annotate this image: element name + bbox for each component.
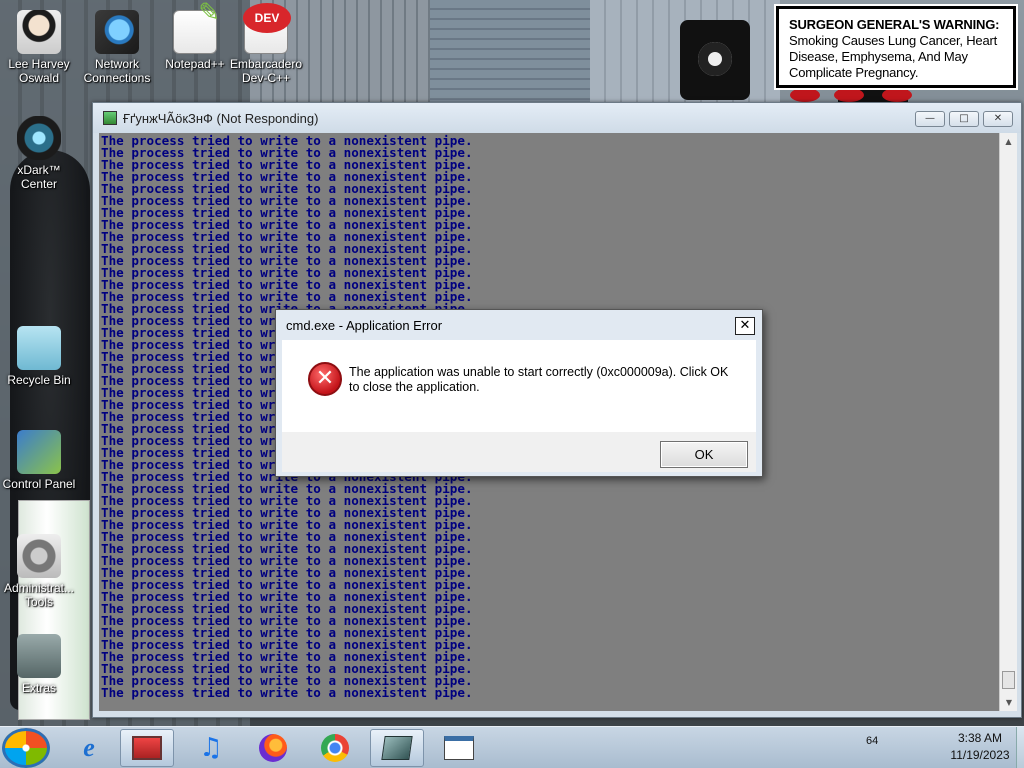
taskbar-itunes[interactable]: ♫ bbox=[184, 729, 238, 767]
control-panel-icon bbox=[17, 430, 61, 474]
person-icon bbox=[17, 10, 61, 54]
desktop-icon-label: Control Panel bbox=[2, 477, 76, 491]
desktop-icon-label: Embarcadero Dev-C++ bbox=[229, 57, 303, 85]
desktop-icon-notepad-plus-plus[interactable]: Notepad++ bbox=[156, 5, 234, 71]
system-clock[interactable]: 3:38 AM 11/19/2023 bbox=[938, 730, 1022, 766]
close-button[interactable]: ✕ bbox=[983, 111, 1013, 127]
network-icon bbox=[95, 10, 139, 54]
desktop-icon-label: Lee Harvey Oswald bbox=[8, 57, 70, 85]
dialog-footer: OK bbox=[282, 432, 756, 472]
background-red-dot-1 bbox=[790, 88, 820, 102]
application-icon bbox=[132, 736, 162, 760]
scroll-thumb[interactable] bbox=[1002, 671, 1015, 689]
show-desktop-button[interactable] bbox=[1016, 727, 1024, 768]
minimize-button[interactable]: — bbox=[915, 111, 945, 127]
background-red-dot-3 bbox=[882, 88, 912, 102]
maximize-button[interactable]: □ bbox=[949, 111, 979, 127]
application-error-dialog[interactable]: cmd.exe - Application Error ✕ ✕ The appl… bbox=[275, 309, 763, 477]
desktop-icon-extras[interactable]: Extras bbox=[0, 634, 78, 695]
taskbar: e ♫ 64 3:38 AM 11/19/2023 bbox=[0, 726, 1024, 768]
console-scrollbar[interactable]: ▲ ▼ bbox=[999, 133, 1017, 711]
dialog-content: ✕ The application was unable to start co… bbox=[282, 340, 756, 432]
desktop-icon-label: Network Connections bbox=[83, 57, 151, 85]
notepad-icon bbox=[173, 5, 220, 54]
window-icon bbox=[444, 736, 474, 760]
clock-time: 3:38 AM bbox=[957, 731, 1003, 745]
background-red-dot-2 bbox=[834, 88, 864, 102]
internet-explorer-icon: e bbox=[83, 733, 95, 762]
dialog-title: cmd.exe - Application Error bbox=[286, 317, 443, 333]
desktop-icon-label: Administrat... Tools bbox=[3, 581, 75, 609]
desktop-icon-control-panel[interactable]: Control Panel bbox=[0, 430, 78, 491]
warning-text: Smoking Causes Lung Cancer, Heart Diseas… bbox=[789, 33, 998, 80]
desktop-icon-label: xDark™ Center bbox=[17, 163, 61, 191]
chrome-icon bbox=[321, 734, 349, 762]
background-speaker-1 bbox=[680, 20, 750, 100]
ok-button[interactable]: OK bbox=[660, 441, 748, 468]
desktop-icon-dev-cpp[interactable]: Embarcadero Dev-C++ bbox=[227, 3, 305, 85]
firefox-icon bbox=[259, 734, 287, 762]
start-button[interactable] bbox=[2, 728, 50, 768]
clock-date: 11/19/2023 bbox=[950, 748, 1010, 762]
taskbar-cmd[interactable] bbox=[370, 729, 424, 767]
console-line: The process tried to write to a nonexist… bbox=[101, 685, 473, 700]
scroll-down-arrow-icon[interactable]: ▼ bbox=[1000, 694, 1018, 711]
dev-cpp-icon bbox=[243, 3, 291, 54]
scroll-up-arrow-icon[interactable]: ▲ bbox=[1000, 133, 1017, 150]
error-message: The application was unable to start corr… bbox=[349, 365, 729, 394]
gear-icon bbox=[17, 534, 61, 578]
folder-icon bbox=[17, 634, 61, 678]
console-icon bbox=[381, 736, 413, 760]
taskbar-firefox[interactable] bbox=[246, 729, 300, 767]
desktop-icon-lee-harvey-oswald[interactable]: Lee Harvey Oswald bbox=[0, 10, 78, 85]
desktop-icon-label: Extras bbox=[21, 681, 56, 695]
taskbar-internet-explorer[interactable]: e bbox=[62, 729, 116, 767]
error-icon: ✕ bbox=[308, 362, 342, 396]
desktop-icon-label: Recycle Bin bbox=[7, 373, 71, 387]
tray-indicator[interactable]: 64 bbox=[866, 735, 878, 747]
console-title-bar[interactable]: ҒґунжЧÃӧкЗнФ (Not Responding) bbox=[93, 103, 1021, 133]
console-window-title: ҒґунжЧÃӧкЗнФ (Not Responding) bbox=[123, 110, 319, 126]
warning-title: SURGEON GENERAL'S WARNING: bbox=[789, 17, 1000, 32]
taskbar-window[interactable] bbox=[432, 729, 486, 767]
console-app-icon bbox=[103, 111, 117, 125]
music-icon: ♫ bbox=[199, 733, 223, 763]
desktop-icon-recycle-bin[interactable]: Recycle Bin bbox=[0, 326, 78, 387]
surgeon-general-warning: SURGEON GENERAL'S WARNING: Smoking Cause… bbox=[774, 4, 1018, 90]
background-building-2 bbox=[430, 0, 590, 110]
recycle-bin-icon bbox=[17, 326, 61, 370]
taskbar-app-1[interactable] bbox=[120, 729, 174, 767]
desktop-icon-xdark-center[interactable]: xDark™ Center bbox=[0, 116, 78, 191]
taskbar-chrome[interactable] bbox=[308, 729, 362, 767]
desktop-icon-label: Notepad++ bbox=[165, 57, 225, 71]
xdark-icon bbox=[17, 116, 61, 160]
desktop-icon-network-connections[interactable]: Network Connections bbox=[78, 10, 156, 85]
desktop-icon-administrative-tools[interactable]: Administrat... Tools bbox=[0, 534, 78, 609]
window-controls: — □ ✕ bbox=[915, 111, 1013, 127]
dialog-close-button[interactable]: ✕ bbox=[735, 317, 755, 335]
